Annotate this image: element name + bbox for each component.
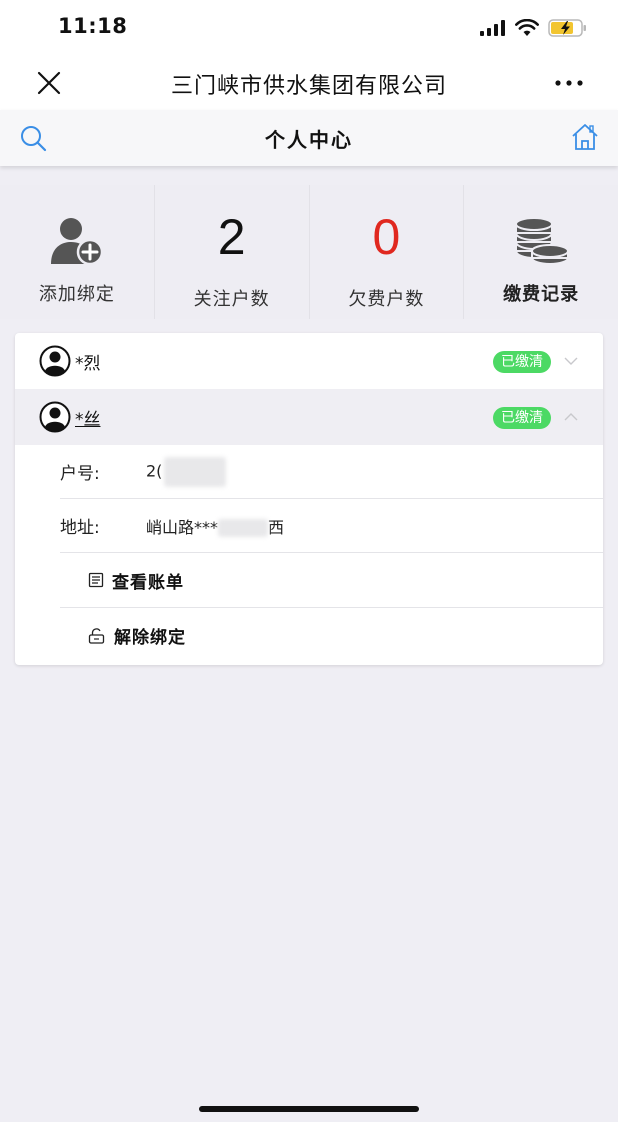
redacted-block bbox=[218, 519, 269, 537]
sub-header: 个人中心 bbox=[0, 110, 618, 166]
followed-label: 关注户数 bbox=[193, 289, 270, 310]
add-user-icon bbox=[50, 218, 104, 266]
followed-count: 2 bbox=[217, 209, 246, 265]
home-icon[interactable] bbox=[570, 122, 600, 152]
address-label: 地址: bbox=[60, 518, 100, 538]
account-name: *丝 bbox=[75, 409, 101, 430]
wifi-icon bbox=[515, 19, 539, 36]
account-row[interactable]: *烈 已缴清 bbox=[15, 333, 603, 389]
arrears-accounts-stat[interactable]: 0 欠费户数 bbox=[309, 185, 465, 319]
user-avatar-icon bbox=[39, 401, 71, 433]
status-bar: 11:18 bbox=[0, 0, 618, 56]
account-number-row: 户号: 2( bbox=[60, 445, 603, 499]
user-avatar-icon bbox=[39, 345, 71, 377]
account-number-label: 户号: bbox=[60, 464, 100, 484]
unlock-icon bbox=[88, 627, 105, 644]
arrears-count: 0 bbox=[372, 209, 401, 265]
cellular-signal-icon bbox=[480, 20, 505, 36]
document-icon bbox=[88, 572, 104, 588]
status-time: 11:18 bbox=[58, 14, 128, 38]
address-row: 地址: 峭山路*** 西 bbox=[60, 499, 603, 553]
account-number-value: 2( bbox=[146, 456, 227, 487]
more-icon[interactable] bbox=[554, 76, 584, 90]
address-value: 峭山路*** 西 bbox=[146, 517, 285, 537]
add-binding-button[interactable]: 添加绑定 bbox=[0, 185, 155, 319]
page-title: 个人中心 bbox=[265, 128, 353, 152]
chevron-down-icon[interactable] bbox=[563, 353, 579, 369]
coins-stack-icon bbox=[515, 217, 570, 265]
home-indicator bbox=[199, 1106, 419, 1112]
unbind-button[interactable]: 解除绑定 bbox=[60, 608, 603, 663]
account-row-expanded[interactable]: *丝 已缴清 bbox=[15, 389, 603, 445]
account-name: *烈 bbox=[75, 353, 101, 374]
followed-accounts-stat[interactable]: 2 关注户数 bbox=[154, 185, 310, 319]
nav-bar: 三门峡市供水集团有限公司 bbox=[0, 56, 618, 110]
status-badge: 已缴清 bbox=[493, 351, 551, 373]
arrears-label: 欠费户数 bbox=[348, 289, 425, 310]
status-icons bbox=[480, 18, 588, 38]
payment-records-label: 缴费记录 bbox=[503, 284, 580, 305]
chevron-up-icon[interactable] bbox=[563, 409, 579, 425]
stats-panel: 添加绑定 2 关注户数 0 欠费户数 缴费记录 bbox=[0, 185, 618, 319]
unbind-label: 解除绑定 bbox=[114, 628, 186, 648]
battery-charging-icon bbox=[548, 19, 586, 37]
nav-title: 三门峡市供水集团有限公司 bbox=[170, 74, 447, 99]
redacted-block bbox=[164, 456, 227, 487]
add-binding-label: 添加绑定 bbox=[38, 284, 115, 305]
view-bill-button[interactable]: 查看账单 bbox=[60, 553, 603, 608]
status-badge: 已缴清 bbox=[493, 407, 551, 429]
payment-records-button[interactable]: 缴费记录 bbox=[464, 185, 618, 319]
view-bill-label: 查看账单 bbox=[112, 572, 184, 593]
account-list-card: *烈 已缴清 *丝 已缴清 户号: 2( 地址: 峭山路*** 西 查看账单 解… bbox=[15, 333, 603, 665]
